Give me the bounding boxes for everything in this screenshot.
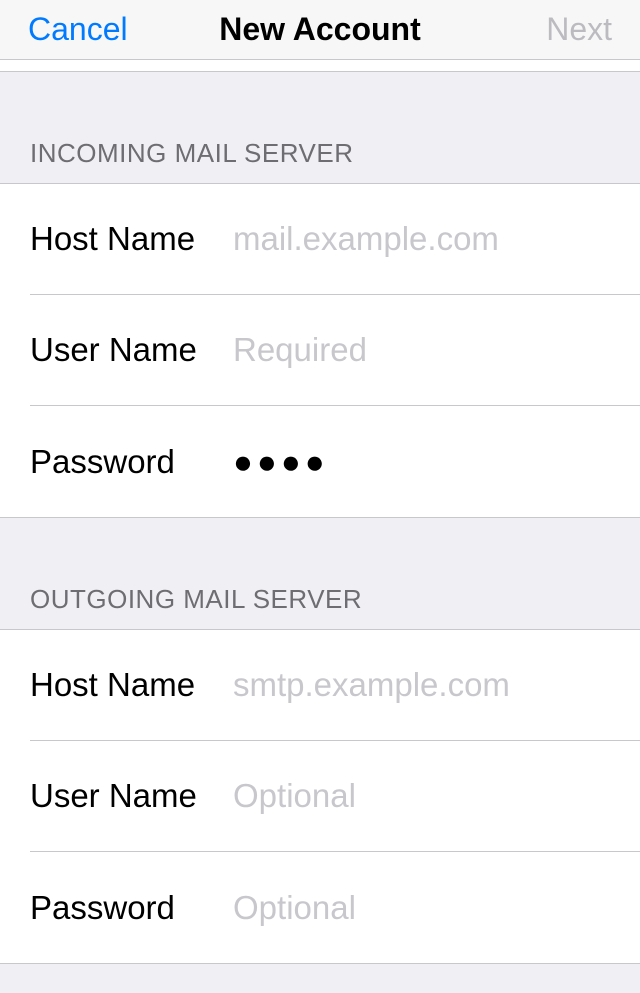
- incoming-user-label: User Name: [30, 331, 225, 369]
- incoming-password-label: Password: [30, 443, 225, 481]
- outgoing-section-header: OUTGOING MAIL SERVER: [0, 518, 640, 629]
- incoming-password-value[interactable]: ●●●●: [225, 443, 329, 481]
- outgoing-password-label: Password: [30, 889, 225, 927]
- incoming-password-row: Password ●●●●: [0, 406, 640, 517]
- outgoing-user-label: User Name: [30, 777, 225, 815]
- next-button[interactable]: Next: [450, 11, 612, 48]
- outgoing-host-row: Host Name: [0, 630, 640, 741]
- outgoing-user-row: User Name: [0, 741, 640, 852]
- incoming-host-row: Host Name: [0, 184, 640, 295]
- outgoing-user-input[interactable]: [225, 741, 640, 851]
- outgoing-password-row: Password: [0, 852, 640, 963]
- outgoing-group: Host Name User Name Password: [0, 629, 640, 964]
- incoming-section-header: INCOMING MAIL SERVER: [0, 72, 640, 183]
- outgoing-host-label: Host Name: [30, 666, 225, 704]
- incoming-host-label: Host Name: [30, 220, 225, 258]
- cancel-button[interactable]: Cancel: [28, 11, 190, 48]
- incoming-group: Host Name User Name Password ●●●●: [0, 183, 640, 518]
- outgoing-host-input[interactable]: [225, 630, 640, 740]
- incoming-user-input[interactable]: [225, 295, 640, 405]
- navbar: Cancel New Account Next: [0, 0, 640, 60]
- incoming-user-row: User Name: [0, 295, 640, 406]
- outgoing-password-input[interactable]: [225, 852, 640, 963]
- incoming-host-input[interactable]: [225, 184, 640, 294]
- top-gap: [0, 60, 640, 72]
- page-title: New Account: [190, 11, 450, 48]
